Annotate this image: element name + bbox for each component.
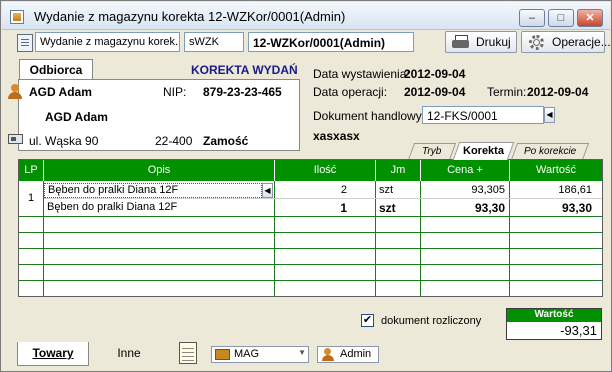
chevron-down-icon: ▼ xyxy=(298,348,306,357)
close-button[interactable]: ✕ xyxy=(577,9,603,27)
trade-doc-arrow-icon[interactable]: ◀ xyxy=(544,107,555,123)
minimize-button[interactable]: – xyxy=(519,9,545,27)
print-button[interactable]: Drukuj xyxy=(445,31,517,53)
row-separator xyxy=(44,198,602,199)
trade-doc-label: Dokument handlowy: xyxy=(313,109,426,123)
street-text: ul. Wąska 90 xyxy=(29,134,99,148)
tab-mode-label: Tryb xyxy=(422,146,442,157)
row-description[interactable]: Bęben do pralki Diana 12F xyxy=(47,201,177,213)
tab-after-correction[interactable]: Po korekcie xyxy=(510,143,590,160)
main-window: Wydanie z magazynu korekta 12-WZKor/0001… xyxy=(0,0,612,372)
total-value: -93,31 xyxy=(560,323,597,338)
trade-doc-field[interactable]: 12-FKS/0001 xyxy=(422,106,544,124)
row-lp: 1 xyxy=(27,192,35,204)
warehouse-select[interactable]: MAG ▼ xyxy=(211,346,309,363)
row-description[interactable]: Bęben do pralki Diana 12F xyxy=(44,183,262,198)
header-value[interactable]: Wartość xyxy=(510,160,602,181)
total-value-label: Wartość xyxy=(507,309,601,322)
row-value[interactable]: 186,61 xyxy=(510,184,592,196)
document-number-field[interactable]: 12-WZKor/0001(Admin) xyxy=(248,32,414,52)
city-text: Zamość xyxy=(203,134,249,148)
nip-label: NIP: xyxy=(163,85,187,99)
operations-button[interactable]: Operacje... xyxy=(521,31,611,53)
row-value[interactable]: 93,30 xyxy=(510,201,592,215)
person-icon[interactable] xyxy=(8,84,22,99)
term-label: Termin: xyxy=(487,85,527,99)
notepad-icon[interactable] xyxy=(179,342,197,364)
correction-title: KOREKTA WYDAŃ xyxy=(191,63,298,77)
row-quantity[interactable]: 2 xyxy=(275,184,347,196)
grid-divider xyxy=(19,280,602,281)
header-description[interactable]: Opis xyxy=(44,160,274,181)
note-text: xasxasx xyxy=(313,129,360,143)
user-label: Admin xyxy=(340,348,372,360)
printer-icon xyxy=(452,35,470,49)
warehouse-label: MAG xyxy=(234,348,260,360)
recipient-name[interactable]: AGD Adam xyxy=(29,85,92,99)
operations-button-label: Operacje... xyxy=(552,35,611,49)
tab-after-correction-label: Po korekcie xyxy=(523,146,577,157)
tab-mode[interactable]: Tryb xyxy=(407,143,457,160)
nip-value: 879-23-23-465 xyxy=(203,85,282,99)
doc-type-field[interactable]: Wydanie z magazynu korek... xyxy=(35,32,180,52)
gear-icon xyxy=(529,35,544,50)
tab-correction[interactable]: Korekta xyxy=(452,142,515,160)
header-price[interactable]: Cena + xyxy=(421,160,509,181)
series-field[interactable]: sWZK xyxy=(184,32,244,52)
print-button-label: Drukuj xyxy=(476,35,511,49)
document-icon[interactable] xyxy=(17,34,33,52)
settled-checkbox[interactable]: ✔ xyxy=(361,314,374,327)
app-icon xyxy=(10,10,24,24)
items-grid[interactable]: LP Opis Ilość Jm Cena + Wartość 1 Bęben … xyxy=(18,159,603,297)
row-dropdown-icon[interactable]: ◀ xyxy=(262,183,273,198)
operation-date-label: Data operacji: xyxy=(313,85,388,99)
total-value-box: Wartość -93,31 xyxy=(506,308,602,340)
window-title: Wydanie z magazynu korekta 12-WZKor/0001… xyxy=(34,9,346,24)
tab-goods[interactable]: Towary xyxy=(17,342,89,366)
grid-divider xyxy=(19,232,602,233)
header-lp[interactable]: LP xyxy=(19,160,43,181)
recipient-name-2: AGD Adam xyxy=(45,110,108,124)
maximize-button[interactable]: □ xyxy=(548,9,574,27)
row-unit[interactable]: szt xyxy=(379,201,396,215)
row-price[interactable]: 93,30 xyxy=(421,201,505,215)
tab-recipient[interactable]: Odbiorca xyxy=(19,59,93,80)
grid-divider xyxy=(19,248,602,249)
issue-date-label: Data wystawienia: xyxy=(313,67,410,81)
address-card-icon[interactable] xyxy=(8,134,23,144)
title-bar[interactable]: Wydanie z magazynu korekta 12-WZKor/0001… xyxy=(2,2,610,30)
tab-other[interactable]: Inne xyxy=(97,342,161,366)
settled-label: dokument rozliczony xyxy=(381,315,482,327)
row-unit[interactable]: szt xyxy=(379,184,393,196)
warehouse-icon xyxy=(215,349,230,360)
user-icon xyxy=(322,348,334,361)
postal-code: 22-400 xyxy=(155,134,193,148)
user-field[interactable]: Admin xyxy=(317,346,379,363)
grid-divider xyxy=(19,264,602,265)
row-price[interactable]: 93,305 xyxy=(421,184,505,196)
operation-date[interactable]: 2012-09-04 xyxy=(404,85,465,99)
issue-date[interactable]: 2012-09-04 xyxy=(404,67,465,81)
row-quantity[interactable]: 1 xyxy=(275,201,347,215)
tab-correction-label: Korekta xyxy=(463,145,504,157)
grid-divider xyxy=(19,216,602,217)
term-date[interactable]: 2012-09-04 xyxy=(527,85,588,99)
header-unit[interactable]: Jm xyxy=(376,160,420,181)
header-quantity[interactable]: Ilość xyxy=(275,160,375,181)
